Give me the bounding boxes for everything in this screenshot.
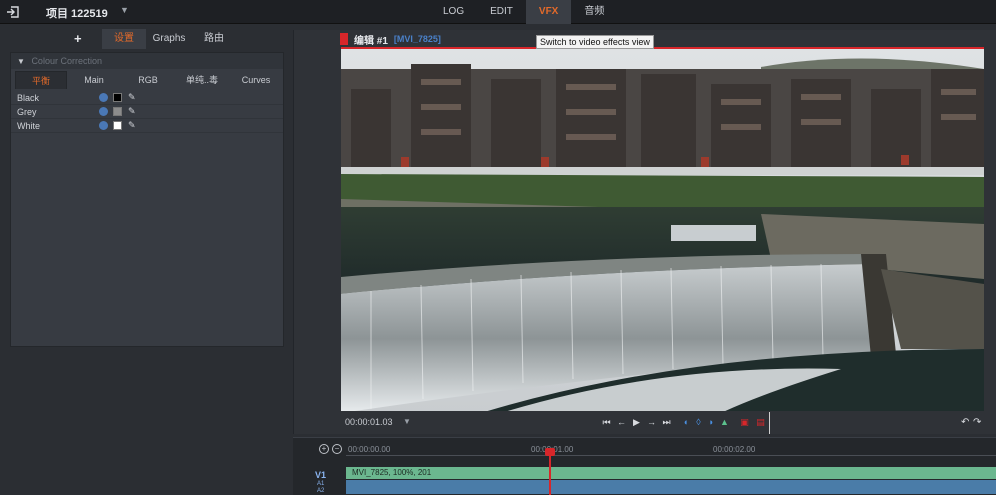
project-title: 项目 122519: [46, 8, 108, 20]
video-track-label[interactable]: V1: [315, 470, 326, 480]
add-marker-icon[interactable]: ▲: [719, 417, 730, 428]
mark-clip-icon[interactable]: ◊: [693, 417, 704, 428]
colour-correction-title: Colour Correction: [31, 56, 102, 66]
tab-main[interactable]: Main: [69, 71, 119, 89]
redo-icon[interactable]: ↷: [973, 417, 981, 428]
colour-row-label: Black: [17, 93, 40, 103]
colour-row-label: Grey: [17, 107, 37, 117]
audio-clip[interactable]: [346, 480, 996, 494]
viewer-header: 编辑 #1 [MVI_7825]: [340, 32, 441, 47]
tab-rgb[interactable]: RGB: [123, 71, 173, 89]
colour-swatch[interactable]: [113, 107, 122, 116]
ruler-label: 00:00:02.00: [713, 445, 756, 454]
ruler-label: 00:00:00.00: [348, 445, 391, 454]
go-to-end-icon[interactable]: ⏭: [661, 417, 672, 428]
play-icon[interactable]: ▶: [631, 417, 642, 428]
colour-row-black: Black ✎: [11, 91, 283, 105]
step-forward-icon[interactable]: →: [646, 417, 657, 428]
insert-icon[interactable]: ▣: [739, 417, 750, 428]
tab-routing[interactable]: 路由: [194, 29, 234, 49]
eyedropper-icon[interactable]: ✎: [128, 120, 136, 131]
record-marker: [340, 33, 348, 45]
project-dropdown-icon[interactable]: ▼: [120, 5, 129, 15]
tab-audio[interactable]: 音频: [571, 0, 617, 24]
tab-balance[interactable]: 平衡: [15, 71, 67, 89]
colour-row-label: White: [17, 121, 41, 131]
tab-log[interactable]: LOG: [430, 0, 477, 24]
colour-swatch[interactable]: [113, 93, 122, 102]
undo-icon[interactable]: ↶: [961, 417, 969, 428]
sequence-title: 编辑 #1: [354, 35, 388, 47]
clip-name: [MVI_7825]: [393, 34, 441, 44]
audio-track-label[interactable]: A2: [317, 488, 324, 495]
playhead[interactable]: [549, 450, 551, 495]
top-bar: 项目 122519 ▼ LOG EDIT VFX 音频: [0, 0, 996, 24]
reset-icon[interactable]: [99, 107, 108, 116]
exit-icon[interactable]: [6, 5, 20, 19]
zoom-in-icon[interactable]: +: [319, 444, 329, 454]
overwrite-icon[interactable]: ▤: [755, 417, 766, 428]
zoom-out-icon[interactable]: −: [332, 444, 342, 454]
video-clip[interactable]: MVI_7825, 100%, 201: [346, 467, 996, 479]
audio-track-labels: A1 A2: [317, 481, 324, 495]
reset-icon[interactable]: [99, 93, 108, 102]
timecode-display[interactable]: 00:00:01.03: [345, 417, 393, 427]
viewer-panel: 编辑 #1 [MVI_7825] Switch to video effects…: [293, 30, 996, 434]
add-effect-button[interactable]: +: [74, 31, 82, 46]
ruler-ticks: [346, 455, 996, 459]
effects-panel: + 设置 Graphs 路由 ▼ Colour Correction 平衡 Ma…: [0, 24, 290, 495]
video-frame[interactable]: [341, 47, 984, 411]
tab-edit[interactable]: EDIT: [477, 0, 526, 24]
eyedropper-icon[interactable]: ✎: [128, 106, 136, 117]
tab-curves[interactable]: Curves: [231, 71, 281, 89]
tab-graphs[interactable]: Graphs: [148, 29, 190, 49]
audio-track-label[interactable]: A1: [317, 481, 324, 488]
transport-bar: 00:00:01.03 ▼ ⏮ ← ▶ → ⏭ ◐ ◊ ◑ ▲ ▣ ▤ ↶ ↷: [294, 412, 996, 434]
go-to-start-icon[interactable]: ⏮: [601, 417, 612, 428]
tab-settings[interactable]: 设置: [102, 29, 146, 49]
mark-out-icon[interactable]: ◑: [705, 417, 716, 428]
colour-correction-tabs: 平衡 Main RGB 单纯..毒 Curves: [13, 71, 281, 89]
video-still-image: [341, 49, 984, 411]
colour-swatch[interactable]: [113, 121, 122, 130]
timeline-panel: + − 00:00:00.00 00:00:01.00 00:00:02.00 …: [293, 437, 996, 495]
colour-row-white: White ✎: [11, 119, 283, 133]
app-window: 项目 122519 ▼ LOG EDIT VFX 音频 + 设置 Graphs …: [0, 0, 996, 495]
step-back-icon[interactable]: ←: [616, 417, 627, 428]
collapse-triangle-icon[interactable]: ▼: [17, 57, 25, 66]
tooltip: Switch to video effects view: [536, 35, 654, 49]
eyedropper-icon[interactable]: ✎: [128, 92, 136, 103]
timecode-dropdown-icon[interactable]: ▼: [403, 417, 411, 426]
tab-vfx[interactable]: VFX: [525, 0, 572, 24]
mark-in-icon[interactable]: ◐: [681, 417, 692, 428]
colour-row-grey: Grey ✎: [11, 105, 283, 119]
colour-correction-header[interactable]: ▼ Colour Correction: [11, 53, 283, 69]
reset-icon[interactable]: [99, 121, 108, 130]
effects-panel-tabs: + 设置 Graphs 路由: [0, 29, 290, 49]
mouse-cursor-line: [769, 412, 770, 434]
tab-single-hue[interactable]: 单纯..毒: [177, 71, 227, 89]
colour-correction-panel: ▼ Colour Correction 平衡 Main RGB 单纯..毒 Cu…: [10, 52, 284, 347]
mode-tabs: LOG EDIT VFX 音频: [430, 0, 617, 24]
colour-rows: Black ✎ Grey ✎ White ✎: [11, 91, 283, 133]
